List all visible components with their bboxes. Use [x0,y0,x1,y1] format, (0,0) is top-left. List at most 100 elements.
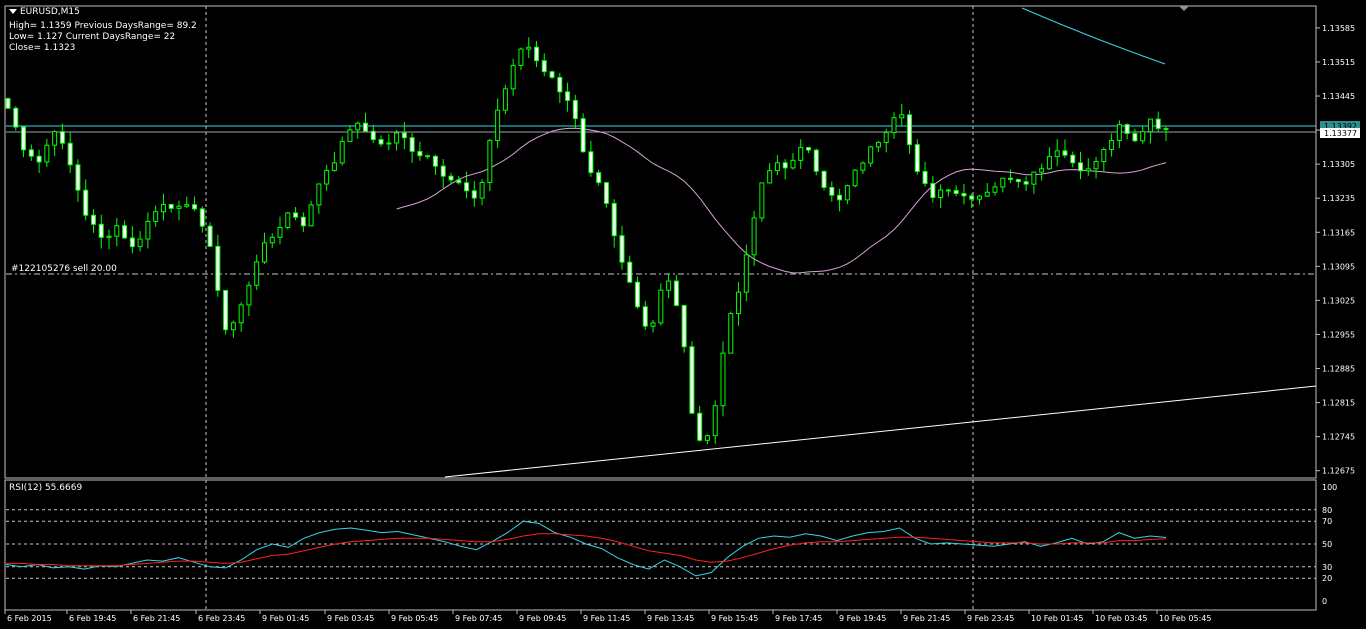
candle-body [712,405,718,437]
rsi-tick-label: 0 [1322,597,1327,606]
time-tick-label: 9 Feb 09:45 [519,614,566,623]
symbol-title[interactable]: EURUSD,M15 [9,7,80,18]
candle-body [83,189,89,216]
candle-body [907,114,913,146]
candle-body [627,261,633,283]
candle-body [355,122,361,131]
time-tick-label: 9 Feb 01:45 [262,614,309,623]
candle-body [277,226,283,238]
time-tick-label: 6 Feb 21:45 [133,614,180,623]
symbol-label: EURUSD,M15 [20,7,80,17]
candle-body [953,189,959,195]
candle-body [891,117,897,134]
candle-body [852,169,858,187]
candle-body [409,137,415,152]
candle-body [1163,128,1169,131]
time-tick-label: 10 Feb 03:45 [1095,614,1147,623]
candle-body [386,142,392,145]
candle-body [572,99,578,120]
candle-body [767,170,773,184]
time-tick-label: 9 Feb 19:45 [839,614,886,623]
price-tick-label: 1.12675 [1322,467,1355,476]
candle-body [526,46,532,50]
candle-body [75,164,81,191]
price-tick-label: 1.12885 [1322,365,1355,374]
candle-body [21,126,27,151]
candle-body [215,245,221,291]
candle-body [261,242,267,263]
candle-body [378,139,384,145]
candle-body [13,107,19,128]
candle-body [720,352,726,407]
candle-body [603,182,609,204]
candle-body [145,220,151,240]
candle-body [1031,171,1037,185]
price-tick-label: 1.13305 [1322,160,1355,169]
candle-body [1008,177,1014,180]
candle-body [565,91,571,101]
candle-body [425,155,431,158]
candle-body [821,170,827,188]
time-tick-label: 10 Feb 01:45 [1031,614,1083,623]
candle-body [254,261,260,286]
candle-body [160,203,166,213]
candle-body [805,146,811,151]
candle-body [432,155,438,167]
time-tick-label: 9 Feb 03:45 [327,614,374,623]
candle-body [417,150,423,157]
candle-body [798,146,804,161]
candle-body [122,225,128,239]
candle-body [129,237,135,248]
candle-body [728,313,734,354]
candle-body [922,170,928,184]
candle-body [495,109,501,141]
time-tick-label: 9 Feb 15:45 [711,614,758,623]
candle-body [153,211,159,222]
candle-body [1015,178,1021,183]
candle-body [1023,181,1029,185]
candle-body [829,186,835,196]
candle-body [456,179,462,184]
candle-body [168,203,174,209]
candle-body [868,146,874,164]
candle-body [52,131,58,146]
candle-body [59,131,65,144]
candle-body [1000,177,1006,188]
candle-body [782,162,788,169]
candle-body [98,223,104,238]
candle-body [1147,118,1153,133]
ask-price-label: 1.13377 [1324,129,1357,138]
candle-body [401,132,407,139]
time-tick-label: 9 Feb 17:45 [775,614,822,623]
price-tick-label: 1.13515 [1322,58,1355,67]
candle-body [704,435,710,441]
candle-body [1039,168,1045,173]
candle-body [440,165,446,177]
price-tick-label: 1.13445 [1322,92,1355,101]
candle-body [471,190,477,199]
candle-body [324,169,330,185]
time-tick-label: 9 Feb 11:45 [583,614,630,623]
candle-body [611,202,617,237]
rsi-tick-label: 30 [1322,563,1332,572]
candle-body [588,151,594,174]
dropdown-triangle-icon[interactable] [9,9,17,14]
candle-body [487,139,493,183]
candle-body [106,235,112,238]
candle-body [774,162,780,172]
candle-body [502,88,508,111]
price-tick-label: 1.13235 [1322,194,1355,203]
candle-body [743,254,749,293]
rsi-tick-label: 70 [1322,517,1332,526]
candle-body [790,159,796,169]
candle-body [316,183,322,206]
rsi-tick-label: 80 [1322,506,1332,515]
candle-body [246,284,252,306]
candle-body [67,142,73,166]
candle-body [533,46,539,62]
candle-body [1070,154,1076,164]
candle-body [1054,150,1060,158]
time-tick-label: 9 Feb 23:45 [967,614,1014,623]
price-tick-label: 1.13095 [1322,262,1355,271]
candle-body [176,205,182,209]
